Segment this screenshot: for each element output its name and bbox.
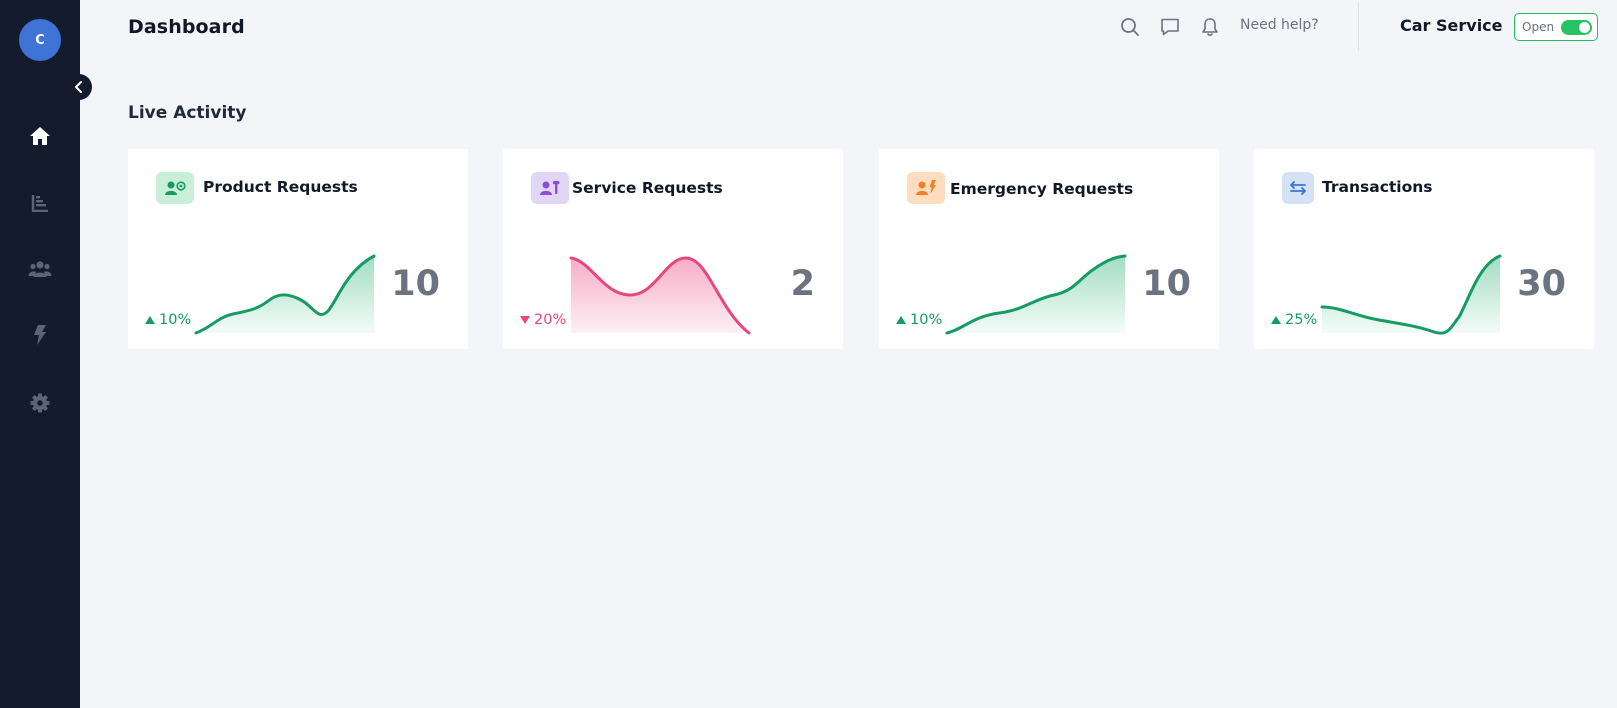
search-button[interactable] (1118, 15, 1142, 39)
home-icon (30, 127, 50, 145)
store-name: Car Service (1400, 16, 1503, 35)
card-product-requests[interactable]: Product Requests 10% 10 (128, 149, 468, 349)
trend-up-icon (1271, 316, 1281, 324)
chevron-left-icon (75, 81, 82, 93)
card-value: 30 (1517, 264, 1566, 304)
card-trend: 20% (520, 312, 566, 328)
search-icon (1121, 18, 1139, 36)
trend-value: 25% (1285, 312, 1318, 328)
page-title: Dashboard (128, 16, 245, 38)
sidebar-item-settings[interactable] (20, 383, 60, 423)
card-value: 10 (391, 264, 440, 304)
gear-icon (30, 393, 50, 413)
sidebar-item-customers[interactable] (20, 249, 60, 289)
trend-value: 10% (159, 312, 192, 328)
toggle-knob (1579, 22, 1590, 33)
trend-value: 10% (910, 312, 943, 328)
user-target-icon (165, 181, 186, 195)
card-title: Emergency Requests (950, 180, 1134, 198)
sidebar-item-reports[interactable] (20, 183, 60, 223)
bell-icon (1202, 18, 1218, 36)
card-value: 10 (1142, 264, 1191, 304)
notifications-button[interactable] (1198, 15, 1222, 39)
messages-button[interactable] (1158, 15, 1182, 39)
card-service-requests[interactable]: Service Requests 20% 2 (503, 149, 843, 349)
users-icon (28, 261, 52, 277)
trend-up-icon (896, 316, 906, 324)
topbar-divider (1358, 3, 1359, 51)
card-icon-box (907, 172, 945, 204)
card-trend: 10% (145, 312, 191, 328)
transfer-arrows-icon (1290, 181, 1306, 195)
bar-chart-icon (31, 195, 48, 212)
user-avatar[interactable]: C (19, 19, 61, 61)
card-trend: 25% (1271, 312, 1317, 328)
user-lightning-icon (916, 180, 936, 195)
user-tool-icon (540, 181, 560, 195)
sidebar-item-emergency[interactable] (20, 315, 60, 355)
card-emergency-requests[interactable]: Emergency Requests 10% 10 (879, 149, 1219, 349)
card-title: Service Requests (572, 179, 723, 197)
card-value: 2 (790, 264, 815, 304)
sidebar-item-home[interactable] (20, 116, 60, 156)
toggle-switch[interactable] (1561, 20, 1592, 35)
status-label: Open (1522, 20, 1555, 34)
card-transactions[interactable]: Transactions 25% 30 (1254, 149, 1594, 349)
trend-down-icon (520, 316, 530, 324)
card-icon-box (531, 172, 569, 204)
trend-value: 20% (534, 312, 567, 328)
card-title: Transactions (1322, 178, 1433, 196)
trend-up-icon (145, 316, 155, 324)
store-status-toggle[interactable]: Open (1514, 13, 1598, 41)
card-trend: 10% (896, 312, 942, 328)
need-help-link[interactable]: Need help? (1240, 17, 1319, 33)
sidebar-collapse-button[interactable] (66, 74, 92, 100)
card-title: Product Requests (203, 178, 358, 196)
lightning-icon (34, 325, 46, 345)
chat-icon (1161, 18, 1179, 36)
section-title-live-activity: Live Activity (128, 103, 247, 123)
card-icon-box (1282, 172, 1314, 204)
card-icon-box (156, 172, 194, 204)
sidebar: C (0, 0, 80, 708)
